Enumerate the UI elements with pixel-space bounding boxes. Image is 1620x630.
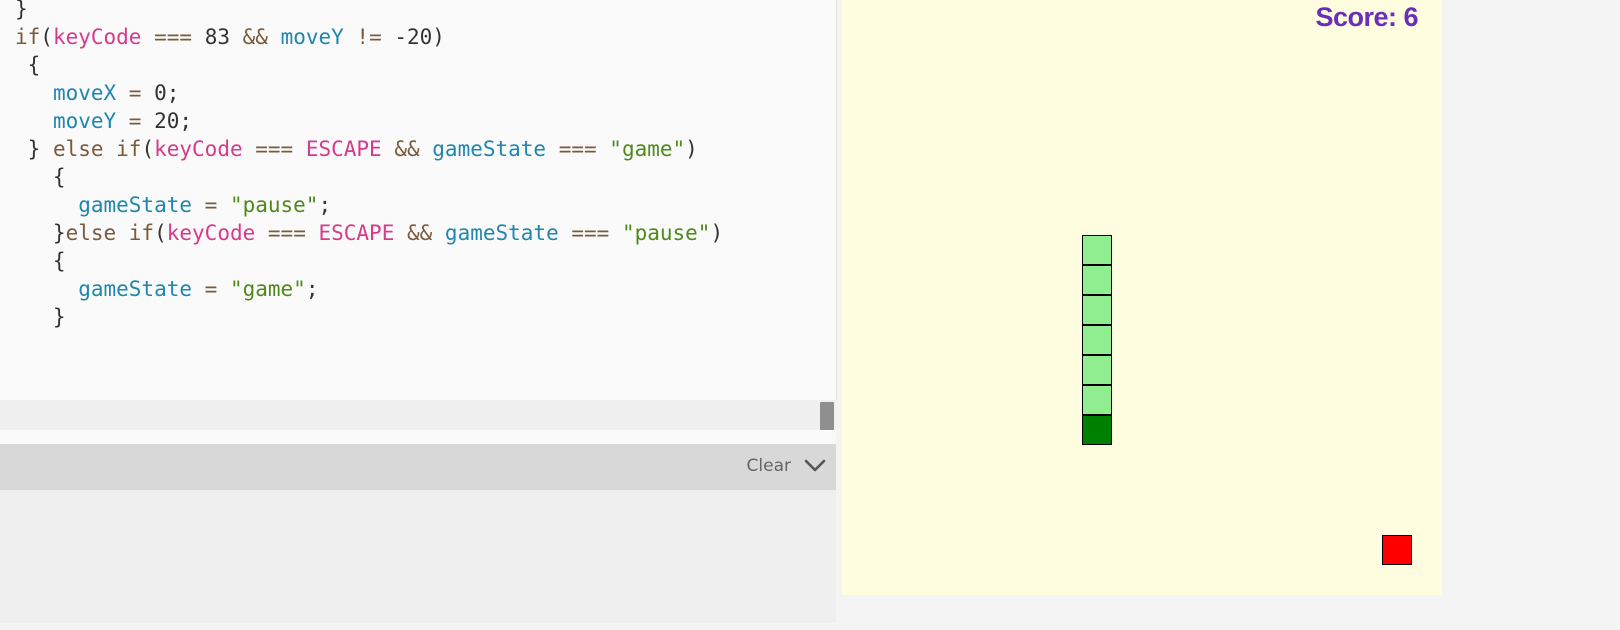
code-line: { bbox=[15, 247, 723, 275]
code-token: ( bbox=[154, 221, 167, 245]
code-line: }else if(keyCode === ESCAPE && gameState… bbox=[15, 219, 723, 247]
code-token: } bbox=[15, 305, 66, 329]
code-token: ( bbox=[141, 137, 155, 161]
snake-segment bbox=[1082, 265, 1112, 295]
code-token: keyCode bbox=[154, 137, 243, 161]
code-token: ; bbox=[179, 109, 193, 133]
code-token: else if bbox=[52, 137, 142, 161]
code-token: } bbox=[15, 221, 66, 245]
code-token: ESCAPE bbox=[305, 137, 382, 161]
code-token: === bbox=[546, 137, 610, 161]
code-token: { bbox=[15, 165, 66, 189]
code-token: moveY bbox=[280, 25, 344, 49]
snake-segment bbox=[1082, 385, 1112, 415]
code-token: if bbox=[15, 25, 41, 49]
code-token: moveX bbox=[52, 81, 117, 105]
code-token: keyCode bbox=[166, 221, 256, 245]
code-token: else if bbox=[65, 221, 155, 245]
code-token: { bbox=[15, 249, 66, 273]
chevron-down-icon[interactable] bbox=[802, 454, 828, 476]
game-canvas[interactable]: Score: 6 bbox=[842, 0, 1442, 595]
code-token: } bbox=[15, 137, 53, 161]
food bbox=[1382, 535, 1412, 565]
code-token: -20 bbox=[394, 25, 433, 49]
code-token: keyCode bbox=[52, 25, 142, 49]
code-token: === bbox=[558, 221, 622, 245]
code-token: 83 bbox=[204, 25, 230, 49]
code-token: ) bbox=[432, 25, 445, 49]
code-line: } bbox=[15, 303, 723, 331]
code-line: if(keyCode === 83 && moveY != -20) bbox=[15, 23, 723, 51]
code-token: "pause" bbox=[621, 221, 711, 245]
code-line: } bbox=[15, 0, 723, 23]
code-token: = bbox=[116, 109, 155, 133]
console-toolbar: Clear bbox=[0, 444, 836, 490]
code-token: ; bbox=[305, 277, 319, 301]
code-token: != bbox=[343, 25, 395, 49]
code-token: 0 bbox=[154, 81, 167, 105]
code-token: ) bbox=[685, 137, 698, 161]
code-token: = bbox=[192, 193, 230, 217]
snake-segment bbox=[1082, 325, 1112, 355]
code-token: && bbox=[381, 137, 433, 161]
code-token: === bbox=[242, 137, 306, 161]
snake-head bbox=[1082, 415, 1112, 445]
code-line: gameState = "game"; bbox=[15, 275, 723, 303]
code-line: gameState = "pause"; bbox=[15, 191, 723, 219]
code-token: === bbox=[141, 25, 205, 49]
code-token: && bbox=[229, 25, 281, 49]
code-token: === bbox=[255, 221, 319, 245]
code-line: { bbox=[15, 163, 723, 191]
code-text[interactable]: } if(keyCode === 83 && moveY != -20) { mo… bbox=[15, 0, 723, 331]
code-token: "pause" bbox=[229, 193, 319, 217]
horizontal-scrollbar[interactable] bbox=[0, 400, 836, 440]
code-token: = bbox=[116, 81, 155, 105]
editor-console-divider bbox=[0, 430, 836, 444]
code-token: ; bbox=[166, 81, 180, 105]
score-label: Score: 6 bbox=[1315, 2, 1418, 32]
snake-segment bbox=[1082, 295, 1112, 325]
code-token: } bbox=[15, 0, 28, 21]
code-editor[interactable]: } if(keyCode === 83 && moveY != -20) { mo… bbox=[0, 0, 837, 400]
code-token: 20 bbox=[154, 109, 180, 133]
code-token: moveY bbox=[52, 109, 117, 133]
code-token: && bbox=[394, 221, 445, 245]
code-token: ; bbox=[318, 193, 332, 217]
code-line: moveY = 20; bbox=[15, 107, 723, 135]
snake-segment bbox=[1082, 235, 1112, 265]
snake-segment bbox=[1082, 355, 1112, 385]
code-line: } else if(keyCode === ESCAPE && gameStat… bbox=[15, 135, 723, 163]
code-token: ) bbox=[710, 221, 724, 245]
code-token: gameState bbox=[444, 221, 559, 245]
code-token: ( bbox=[40, 25, 53, 49]
code-line: { bbox=[15, 51, 723, 79]
code-token: "game" bbox=[609, 137, 686, 161]
code-token: = bbox=[192, 277, 230, 301]
code-token: ESCAPE bbox=[318, 221, 395, 245]
clear-button[interactable]: Clear bbox=[747, 456, 791, 476]
code-token: gameState bbox=[432, 137, 547, 161]
code-token: gameState bbox=[78, 277, 193, 301]
code-token: { bbox=[15, 53, 41, 77]
code-token: gameState bbox=[78, 193, 193, 217]
code-token: "game" bbox=[229, 277, 306, 301]
code-line: moveX = 0; bbox=[15, 79, 723, 107]
console-output bbox=[0, 490, 836, 623]
